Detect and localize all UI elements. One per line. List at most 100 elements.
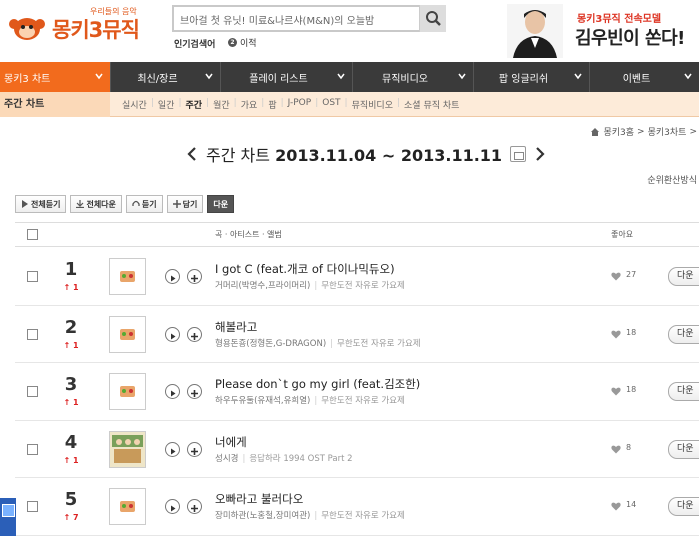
row-checkbox[interactable] xyxy=(27,386,38,398)
nav-item-label: 이벤트 xyxy=(622,73,651,85)
play-all-button[interactable]: 전체듣기 xyxy=(15,195,67,213)
album-name[interactable]: 무한도전 자유로 가요제 xyxy=(321,281,405,291)
album-art[interactable] xyxy=(109,430,146,468)
plus-icon xyxy=(191,505,198,513)
logo[interactable]: 우리들의 음악 몽키3뮤직 xyxy=(8,6,158,46)
play-icon xyxy=(171,333,176,340)
select-all-checkbox[interactable] xyxy=(27,229,38,240)
artist-name[interactable]: 성시경 xyxy=(215,454,238,464)
heart-icon[interactable] xyxy=(611,445,621,454)
heart-icon[interactable] xyxy=(611,502,621,511)
row-checkbox[interactable] xyxy=(27,501,38,513)
album-art[interactable] xyxy=(109,373,146,411)
rank-change: ↑ 1 xyxy=(63,283,79,292)
album-art[interactable] xyxy=(109,315,146,353)
rank-change: ↑ 1 xyxy=(63,455,79,465)
download-button[interactable]: 다운 xyxy=(207,195,235,213)
breadcrumb-chart[interactable]: 몽키3차트 xyxy=(648,125,687,138)
row-checkbox[interactable] xyxy=(27,443,38,455)
add-to-playlist-button[interactable] xyxy=(187,441,202,457)
date-title: 주간 차트 2013.11.04 ~ 2013.11.11 xyxy=(206,142,502,166)
nav-item-new-genre[interactable]: 최신/장르 xyxy=(111,62,221,92)
heart-icon[interactable] xyxy=(611,330,621,339)
breadcrumb: 몽키3홈 > 몽키3차트 > xyxy=(590,125,697,138)
chart-row: 1 ↑ 1 I got C (feat.개코 of 다이나믹듀오) 거머리(박명… xyxy=(15,248,699,306)
subnav-item-music-video[interactable]: 뮤직비디오 xyxy=(348,98,397,111)
row-checkbox[interactable] xyxy=(27,271,38,282)
subnav-item-monthly[interactable]: 월간 xyxy=(209,98,234,111)
nav-item-pop-english[interactable]: 팝 잉글리쉬 xyxy=(474,62,590,92)
song-title[interactable]: 너에게 xyxy=(215,434,247,450)
play-button[interactable] xyxy=(165,499,180,515)
heart-icon[interactable] xyxy=(611,272,621,281)
add-to-playlist-button[interactable] xyxy=(187,269,202,284)
breadcrumb-separator: > xyxy=(689,126,697,137)
rank-method-link[interactable]: 순위환산방식 xyxy=(647,173,697,186)
play-button[interactable] xyxy=(165,384,180,400)
artist-name[interactable]: 장미하관(노홍철,장미여관) xyxy=(215,511,310,521)
play-button[interactable] xyxy=(165,269,180,284)
listen-button[interactable]: 듣기 xyxy=(125,195,163,213)
download-button[interactable]: 다운 xyxy=(668,267,699,286)
album-name[interactable]: 무한도전 자유로 가요제 xyxy=(321,396,405,406)
subnav-item-ost[interactable]: OST xyxy=(318,98,344,111)
subnav-item-daily[interactable]: 일간 xyxy=(154,98,179,111)
album-art[interactable] xyxy=(109,258,146,295)
search-button[interactable] xyxy=(419,5,446,32)
song-title[interactable]: I got C (feat.개코 of 다이나믹듀오) xyxy=(215,261,395,277)
play-button[interactable] xyxy=(165,441,180,457)
song-title[interactable]: 해볼라고 xyxy=(215,319,257,335)
nav-item-label: 팝 잉글리쉬 xyxy=(498,73,549,85)
search-input[interactable]: 브아걸 첫 유닛! 미료&나르샤(M&N)의 오늘밤 xyxy=(172,5,446,32)
promo-banner[interactable]: 몽키3뮤직 전속모델 김우빈이 쏜다! xyxy=(505,2,699,58)
artist-name[interactable]: 형용돈죵(정형돈,G-DRAGON) xyxy=(215,339,326,349)
play-button[interactable] xyxy=(165,326,180,342)
album-art[interactable] xyxy=(109,488,146,526)
subnav-item-social-chart[interactable]: 소셜 뮤직 차트 xyxy=(400,98,463,111)
breadcrumb-home[interactable]: 몽키3홈 xyxy=(603,125,634,138)
plus-icon xyxy=(191,275,198,282)
logo-text: 몽키3뮤직 xyxy=(52,18,140,42)
add-to-playlist-button[interactable] xyxy=(187,326,202,342)
calendar-icon[interactable] xyxy=(510,146,527,162)
song-title[interactable]: Please don`t go my girl (feat.김조한) xyxy=(215,376,420,392)
song-title[interactable]: 오빠라고 불러다오 xyxy=(215,491,303,507)
artist-name[interactable]: 거머리(박명수,프라이머리) xyxy=(215,281,310,291)
album-name[interactable]: 응답하라 1994 OST Part 2 xyxy=(249,454,352,464)
like-count: 27 xyxy=(626,270,637,279)
subnav-item-weekly[interactable]: 주간 xyxy=(182,98,207,111)
hot-search-item[interactable]: 2 이적 xyxy=(228,36,257,49)
nav-item-event[interactable]: 이벤트 xyxy=(590,62,699,92)
download-button[interactable]: 다운 xyxy=(668,439,699,459)
add-to-playlist-button[interactable] xyxy=(187,384,202,400)
row-checkbox[interactable] xyxy=(27,328,38,340)
download-button[interactable]: 다운 xyxy=(668,324,699,344)
subnav-item-pop[interactable]: 팝 xyxy=(264,98,280,111)
next-week-arrow-icon[interactable] xyxy=(534,146,546,162)
album-name[interactable]: 무한도전 자유로 가요제 xyxy=(321,511,405,521)
nav-item-label: 최신/장르 xyxy=(137,73,178,85)
subnav-item-realtime[interactable]: 실시간 xyxy=(118,98,151,111)
album-name[interactable]: 무한도전 자유로 가요제 xyxy=(337,339,421,349)
download-all-button[interactable]: 전체다운 xyxy=(70,195,122,213)
artist-name[interactable]: 하우두유둘(유재석,유희열) xyxy=(215,396,310,406)
subnav-item-kpop[interactable]: 가요 xyxy=(237,98,262,111)
rank-change-value: 1 xyxy=(72,283,79,292)
prev-week-arrow-icon[interactable] xyxy=(186,146,198,162)
subnav-item-jpop[interactable]: J-POP xyxy=(284,98,316,111)
nav-item-chart[interactable]: 몽키3 차트 xyxy=(0,62,111,92)
chevron-down-icon xyxy=(458,73,466,80)
nav-item-music-video[interactable]: 뮤직비디오 xyxy=(353,62,474,92)
song-meta: 성시경 | 응답하라 1994 OST Part 2 xyxy=(215,452,353,464)
chart-table-header: 곡 · 아티스트 · 앨범 좋아요 xyxy=(15,222,699,247)
song-meta: 하우두유둘(유재석,유희열) | 무한도전 자유로 가요제 xyxy=(215,394,405,406)
nav-item-playlist[interactable]: 플레이 리스트 xyxy=(221,62,353,92)
taskbar-fragment[interactable] xyxy=(0,498,16,536)
download-button[interactable]: 다운 xyxy=(668,382,699,402)
download-button[interactable]: 다운 xyxy=(668,497,699,517)
add-button[interactable]: 담기 xyxy=(166,195,204,213)
add-to-playlist-button[interactable] xyxy=(187,499,202,515)
heart-icon[interactable] xyxy=(611,387,621,396)
plus-icon xyxy=(191,390,198,398)
play-icon xyxy=(171,505,176,512)
